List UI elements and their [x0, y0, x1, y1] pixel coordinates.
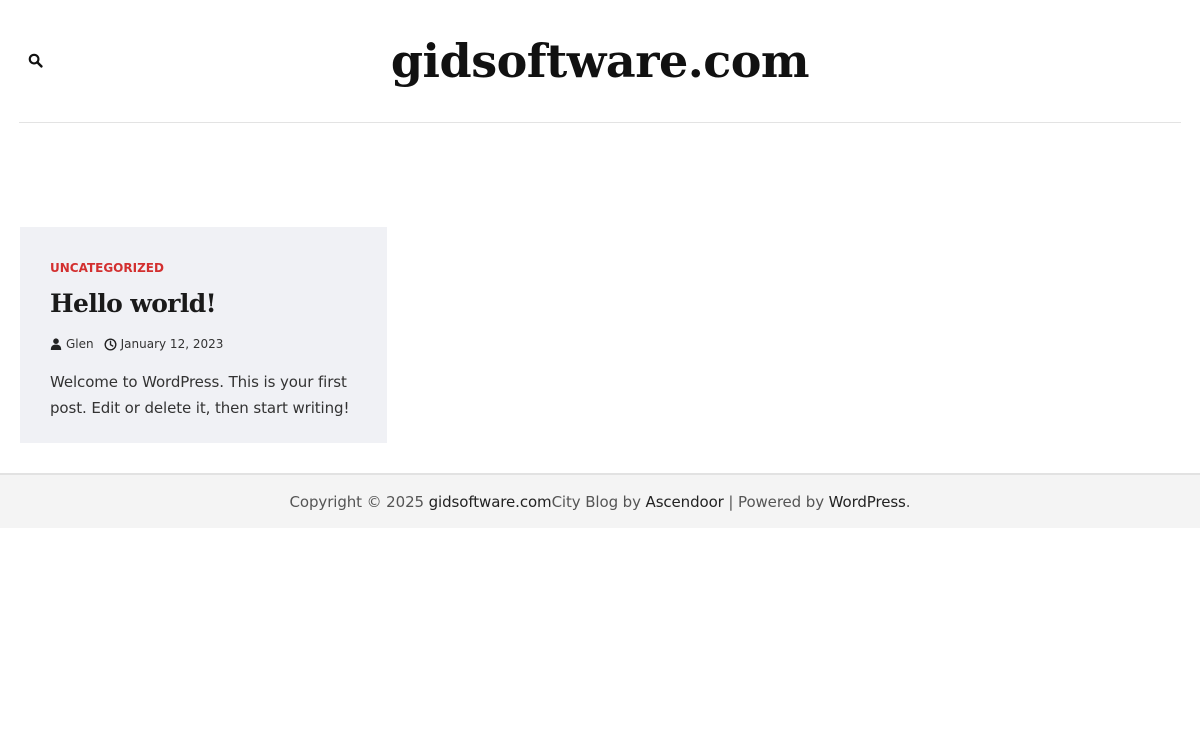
- site-header: gidsoftware.com: [0, 0, 1200, 123]
- header-divider: [19, 122, 1181, 123]
- clock-icon: [104, 338, 117, 350]
- user-icon: [50, 338, 62, 350]
- theme-credit-text: City Blog by: [551, 492, 641, 511]
- site-footer: Copyright © 2025 gidsoftware.com City Blo…: [0, 473, 1200, 528]
- copyright-text: Copyright © 2025: [289, 492, 425, 511]
- footer-site-link[interactable]: gidsoftware.com: [429, 493, 552, 511]
- footer-end-period: .: [905, 492, 911, 511]
- post-excerpt-line: post. Edit or delete it, then start writ…: [50, 399, 350, 417]
- post-card: UNCATEGORIZED Hello world! Glen January …: [20, 227, 387, 443]
- post-category-link[interactable]: UNCATEGORIZED: [50, 260, 164, 276]
- post-excerpt-line: Welcome to WordPress. This is your first: [50, 373, 347, 391]
- powered-by-text: | Powered by: [728, 492, 824, 511]
- post-title-link[interactable]: Hello world!: [50, 288, 357, 320]
- post-excerpt: Welcome to WordPress. This is your first…: [50, 369, 357, 421]
- site-title[interactable]: gidsoftware.com: [0, 31, 1200, 91]
- post-date-link[interactable]: January 12, 2023: [104, 336, 224, 352]
- post-meta: Glen January 12, 2023: [50, 336, 357, 352]
- wordpress-link[interactable]: WordPress: [829, 493, 906, 511]
- post-author: Glen: [66, 337, 94, 351]
- theme-author-link[interactable]: Ascendoor: [646, 493, 724, 511]
- post-author-link[interactable]: Glen: [50, 336, 94, 352]
- post-date: January 12, 2023: [120, 337, 224, 351]
